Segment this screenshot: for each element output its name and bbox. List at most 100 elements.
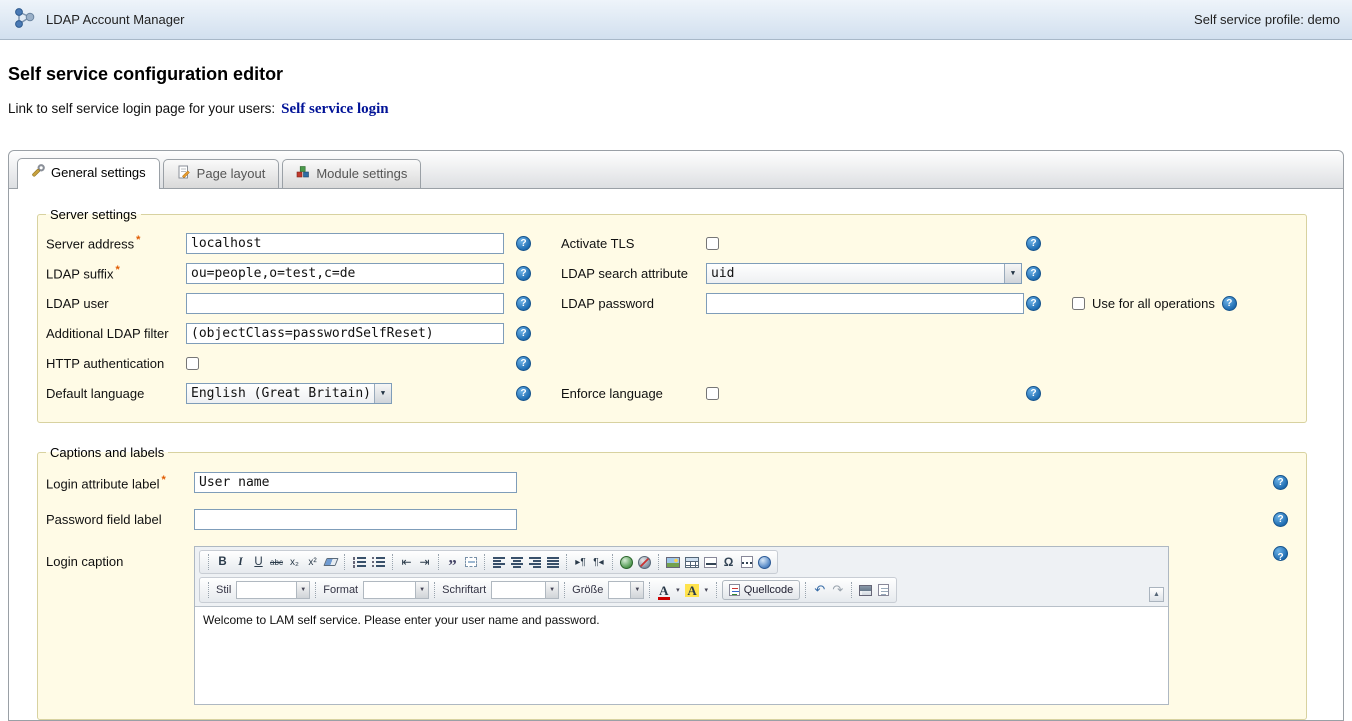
self-service-login-link[interactable]: Self service login (281, 101, 388, 117)
toolbar-separator (438, 554, 439, 570)
align-justify-icon[interactable] (544, 553, 561, 571)
help-icon[interactable]: ? (516, 386, 531, 401)
default-language-value: English (Great Britain) (187, 384, 374, 403)
additional-ldap-filter-input[interactable] (186, 323, 504, 344)
ldap-password-label: LDAP password (561, 296, 706, 311)
help-icon[interactable]: ? (516, 296, 531, 311)
help-icon[interactable]: ? (516, 266, 531, 281)
text-color-caret-icon[interactable]: ▾ (673, 581, 682, 599)
table-icon[interactable] (683, 553, 701, 571)
password-field-label-input[interactable] (194, 509, 517, 530)
tabs-container: General settings Page layout (8, 150, 1344, 721)
default-language-label: Default language (46, 386, 186, 401)
toolbar-separator (851, 582, 852, 598)
page-title: Self service configuration editor (8, 64, 1344, 85)
preview-icon[interactable] (875, 581, 892, 599)
text-color-icon: A (659, 584, 668, 597)
style-combo[interactable]: ▼ (236, 581, 310, 599)
profile-label: Self service profile: demo (1194, 12, 1340, 27)
page-break-icon[interactable] (738, 553, 755, 571)
blockquote-icon[interactable]: ” (444, 553, 461, 571)
help-icon[interactable]: ? (1273, 512, 1288, 527)
underline-icon[interactable]: U (250, 553, 267, 571)
ldap-suffix-input[interactable] (186, 263, 504, 284)
help-icon[interactable]: ? (1273, 475, 1288, 490)
toolbar-separator (612, 554, 613, 570)
help-icon[interactable]: ? (516, 236, 531, 251)
superscript-icon[interactable]: x² (304, 553, 321, 571)
server-address-label: Server address* (46, 234, 186, 251)
link-icon[interactable] (618, 553, 635, 571)
help-icon[interactable]: ? (1222, 296, 1237, 311)
page-layout-icon (177, 165, 191, 182)
horizontal-rule-icon[interactable] (702, 553, 719, 571)
login-link-line: Link to self service login page for your… (8, 101, 1344, 118)
ldap-user-input[interactable] (186, 293, 504, 314)
ldap-search-attribute-select[interactable]: uid ▼ (706, 263, 1022, 284)
print-icon[interactable] (857, 581, 874, 599)
subscript-icon[interactable]: x₂ (286, 553, 303, 571)
http-authentication-label: HTTP authentication (46, 356, 186, 371)
align-left-icon[interactable] (490, 553, 507, 571)
tab-label: Module settings (316, 166, 407, 181)
source-button[interactable]: Quellcode (722, 580, 801, 600)
font-combo[interactable]: ▼ (491, 581, 559, 599)
toolbar-separator (434, 582, 435, 598)
ldap-password-input[interactable] (706, 293, 1024, 314)
unlink-icon[interactable] (636, 553, 653, 571)
special-char-icon[interactable]: Ω (720, 553, 737, 571)
toolbar-collapse-button[interactable]: ▲ (1149, 587, 1164, 602)
help-icon[interactable]: ? (1026, 266, 1041, 281)
numbered-list-icon[interactable] (350, 553, 368, 571)
toolbar-separator (208, 582, 209, 598)
strikethrough-icon[interactable]: abc (268, 553, 285, 571)
http-authentication-checkbox[interactable] (186, 357, 199, 370)
server-address-input[interactable] (186, 233, 504, 254)
indent-icon[interactable]: ⇥ (416, 553, 433, 571)
login-attribute-label-input[interactable] (194, 472, 517, 493)
select-arrow-icon: ▼ (545, 582, 558, 598)
redo-icon[interactable]: ↷ (829, 581, 846, 599)
tab-general-settings[interactable]: General settings (17, 158, 160, 189)
use-for-all-operations-label: Use for all operations (1092, 296, 1215, 311)
help-icon[interactable]: ? (1026, 296, 1041, 311)
use-for-all-operations-cell: Use for all operations ? (1072, 296, 1298, 311)
required-marker: * (136, 234, 140, 246)
bold-icon[interactable]: B (214, 553, 231, 571)
tab-module-settings[interactable]: Module settings (282, 159, 421, 188)
undo-icon[interactable]: ↶ (811, 581, 828, 599)
use-for-all-operations-checkbox[interactable] (1072, 297, 1085, 310)
align-right-icon[interactable] (526, 553, 543, 571)
help-icon[interactable]: ? (1273, 546, 1288, 561)
toolbar-separator (484, 554, 485, 570)
format-combo[interactable]: ▼ (363, 581, 429, 599)
help-icon[interactable]: ? (1026, 236, 1041, 251)
background-color-caret-icon[interactable]: ▾ (702, 581, 711, 599)
help-icon[interactable]: ? (516, 326, 531, 341)
editor-content-area[interactable]: Welcome to LAM self service. Please ente… (195, 606, 1168, 704)
header-bar: LDAP Account Manager Self service profil… (0, 0, 1352, 40)
font-combo-label: Schriftart (442, 584, 486, 596)
activate-tls-checkbox[interactable] (706, 237, 719, 250)
align-center-icon[interactable] (508, 553, 525, 571)
enforce-language-checkbox[interactable] (706, 387, 719, 400)
text-color-button[interactable]: A (655, 581, 672, 599)
image-icon[interactable] (664, 553, 682, 571)
div-container-icon[interactable] (462, 553, 479, 571)
additional-ldap-filter-label: Additional LDAP filter (46, 326, 186, 341)
bidi-rtl-icon[interactable]: ¶◂ (590, 553, 607, 571)
size-combo[interactable]: ▼ (608, 581, 644, 599)
tab-page-layout[interactable]: Page layout (163, 159, 280, 188)
italic-icon[interactable]: I (232, 553, 249, 571)
lam-logo-icon (12, 5, 38, 34)
toolbar-separator (649, 582, 650, 598)
bidi-ltr-icon[interactable]: ▸¶ (572, 553, 589, 571)
bullet-list-icon[interactable] (369, 553, 387, 571)
iframe-icon[interactable] (756, 553, 773, 571)
help-icon[interactable]: ? (516, 356, 531, 371)
default-language-select[interactable]: English (Great Britain) ▼ (186, 383, 392, 404)
outdent-icon[interactable]: ⇤ (398, 553, 415, 571)
help-icon[interactable]: ? (1026, 386, 1041, 401)
background-color-button[interactable]: A (683, 581, 700, 599)
remove-format-icon[interactable] (322, 553, 339, 571)
